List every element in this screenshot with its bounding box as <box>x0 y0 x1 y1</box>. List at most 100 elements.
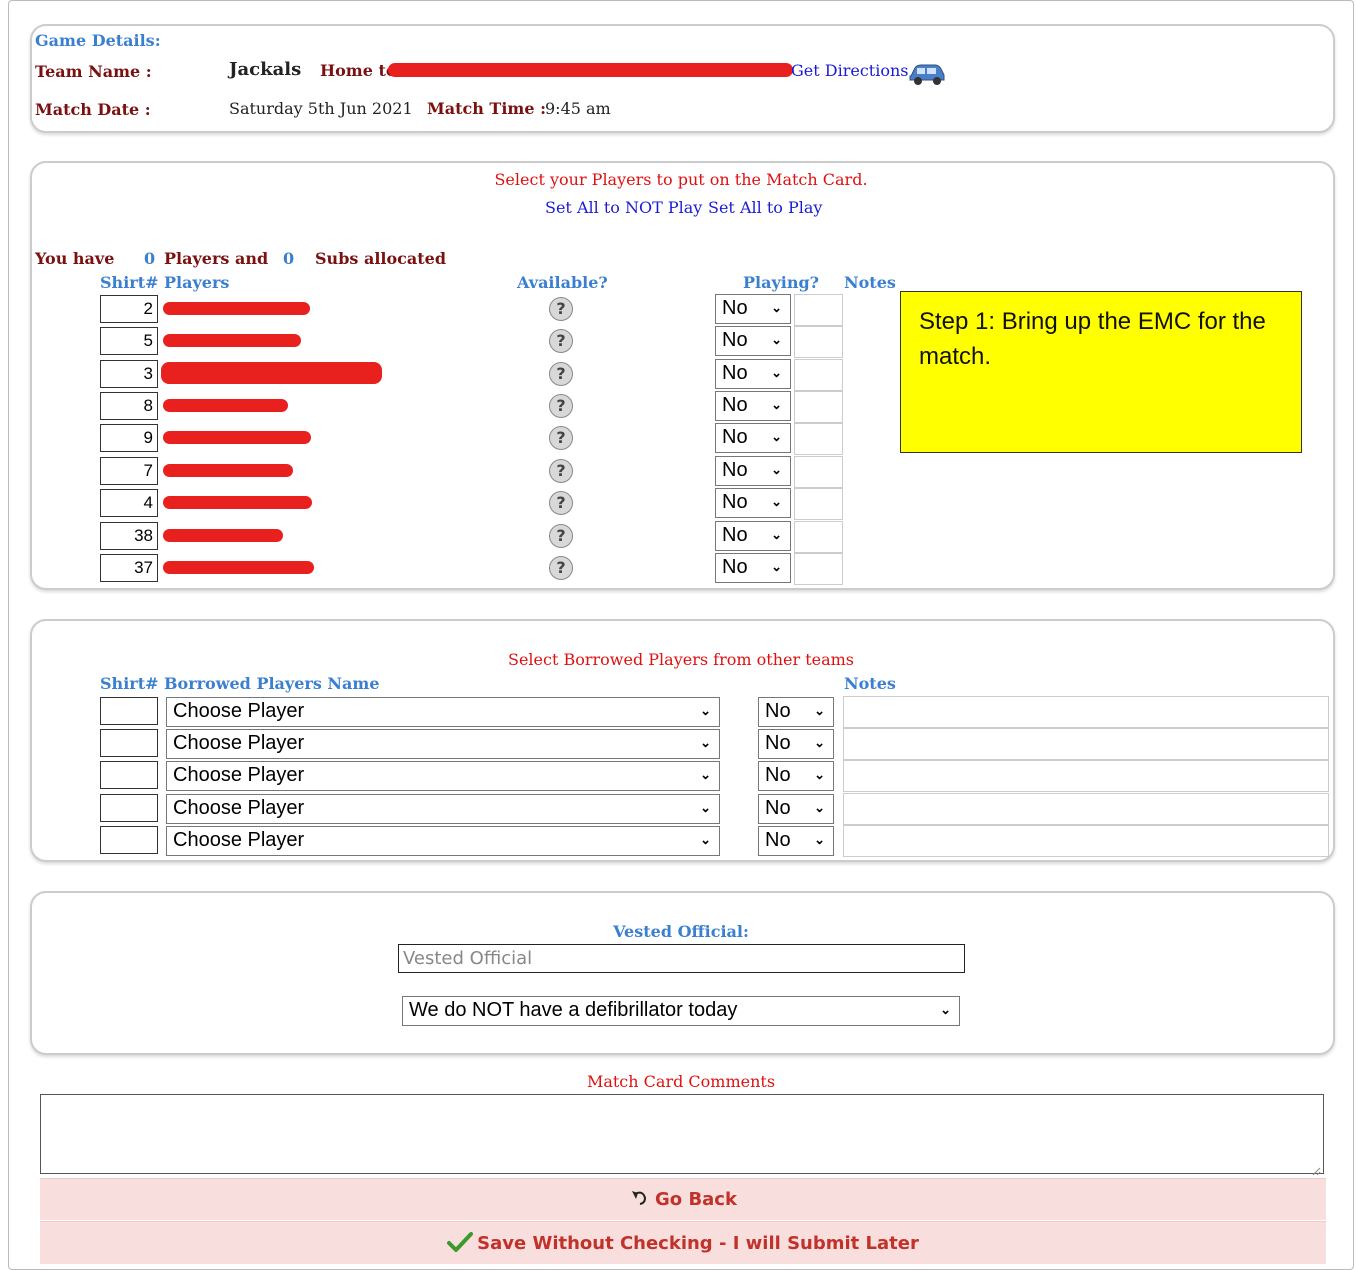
borrowed-shirt-input[interactable] <box>100 697 158 725</box>
playing-select[interactable]: No ⌄ <box>715 488 791 518</box>
game-details-panel <box>30 24 1335 133</box>
players-and-label: Players and <box>164 249 269 268</box>
borrowed-playing-select[interactable]: No ⌄ <box>758 729 834 759</box>
official-panel <box>30 891 1335 1055</box>
header-available: Available? <box>517 273 608 292</box>
notes-input[interactable] <box>794 488 843 520</box>
notes-input[interactable] <box>794 391 843 423</box>
borrowed-shirt-input[interactable] <box>100 794 158 822</box>
chevron-down-icon: ⌄ <box>771 559 782 574</box>
redacted-player-name <box>163 334 301 347</box>
notes-input[interactable] <box>794 423 843 455</box>
car-icon[interactable] <box>907 62 947 86</box>
borrowed-header-notes: Notes <box>844 674 896 693</box>
notes-input[interactable] <box>794 359 843 391</box>
borrowed-notes-input[interactable] <box>843 760 1329 792</box>
shirt-number-input[interactable]: 7 <box>100 457 158 485</box>
vested-official-input[interactable]: Vested Official <box>398 944 965 973</box>
borrowed-player-select[interactable]: Choose Player ⌄ <box>166 761 720 791</box>
chevron-down-icon: ⌄ <box>700 832 711 847</box>
go-back-label: Go Back <box>655 1189 737 1210</box>
resize-handle-icon[interactable] <box>1311 1161 1321 1176</box>
match-date-value: Saturday 5th Jun 2021 <box>229 99 413 118</box>
redacted-player-name <box>163 561 314 574</box>
chevron-down-icon: ⌄ <box>940 1002 951 1017</box>
redacted-player-name <box>163 496 312 509</box>
header-players: Players <box>164 273 230 292</box>
borrowed-playing-select[interactable]: No ⌄ <box>758 761 834 791</box>
shirt-number-input[interactable]: 37 <box>100 554 158 582</box>
match-time-value: 9:45 am <box>545 99 611 118</box>
save-without-checking-button[interactable]: Save Without Checking - I will Submit La… <box>40 1221 1326 1264</box>
chevron-down-icon: ⌄ <box>771 429 782 444</box>
borrowed-header-shirt: Shirt# <box>100 674 159 693</box>
chevron-down-icon: ⌄ <box>771 332 782 347</box>
playing-select[interactable]: No ⌄ <box>715 456 791 486</box>
shirt-number-input[interactable]: 2 <box>100 295 158 323</box>
chevron-down-icon: ⌄ <box>771 300 782 315</box>
notes-input[interactable] <box>794 326 843 358</box>
step-callout: Step 1: Bring up the EMC for the match. <box>900 291 1302 453</box>
borrowed-player-select[interactable]: Choose Player ⌄ <box>166 729 720 759</box>
playing-select[interactable]: No ⌄ <box>715 326 791 356</box>
borrowed-player-select[interactable]: Choose Player ⌄ <box>166 794 720 824</box>
shirt-number-input[interactable]: 4 <box>100 489 158 517</box>
playing-select[interactable]: No ⌄ <box>715 359 791 389</box>
notes-input[interactable] <box>794 294 843 326</box>
header-shirt: Shirt# <box>100 273 159 292</box>
chevron-down-icon: ⌄ <box>700 735 711 750</box>
chevron-down-icon: ⌄ <box>771 397 782 412</box>
borrowed-notes-input[interactable] <box>843 793 1329 825</box>
notes-input[interactable] <box>794 456 843 488</box>
question-icon: ? <box>549 394 573 418</box>
shirt-number-input[interactable]: 8 <box>100 392 158 420</box>
chevron-down-icon: ⌄ <box>814 767 825 782</box>
players-count: 0 <box>144 249 156 268</box>
playing-select[interactable]: No ⌄ <box>715 553 791 583</box>
chevron-down-icon: ⌄ <box>771 365 782 380</box>
borrowed-shirt-input[interactable] <box>100 826 158 854</box>
borrowed-playing-select[interactable]: No ⌄ <box>758 826 834 856</box>
playing-select[interactable]: No ⌄ <box>715 521 791 551</box>
borrowed-playing-select[interactable]: No ⌄ <box>758 794 834 824</box>
undo-icon <box>629 1182 649 1205</box>
borrowed-player-select[interactable]: Choose Player ⌄ <box>166 697 720 727</box>
match-time-label: Match Time : <box>427 99 546 118</box>
borrowed-shirt-input[interactable] <box>100 729 158 757</box>
question-icon: ? <box>549 362 573 386</box>
redacted-player-name <box>163 431 311 444</box>
redacted-player-name <box>163 302 310 315</box>
go-back-button[interactable]: Go Back <box>40 1178 1326 1220</box>
notes-input[interactable] <box>794 553 843 585</box>
playing-select[interactable]: No ⌄ <box>715 423 791 453</box>
step-callout-text: Step 1: Bring up the EMC for the match. <box>919 308 1266 370</box>
borrowed-notes-input[interactable] <box>843 728 1329 760</box>
borrowed-player-select[interactable]: Choose Player ⌄ <box>166 826 720 856</box>
shirt-number-input[interactable]: 3 <box>100 360 158 388</box>
checkmark-icon <box>447 1226 474 1252</box>
borrowed-shirt-input[interactable] <box>100 761 158 789</box>
playing-select[interactable]: No ⌄ <box>715 391 791 421</box>
notes-input[interactable] <box>794 521 843 553</box>
set-all-play-link[interactable]: Set All to Play <box>708 198 822 217</box>
shirt-number-input[interactable]: 9 <box>100 424 158 452</box>
get-directions-link[interactable]: Get Directions <box>791 61 908 80</box>
chevron-down-icon: ⌄ <box>771 527 782 542</box>
redacted-player-name <box>163 529 283 542</box>
borrowed-playing-select[interactable]: No ⌄ <box>758 697 834 727</box>
borrowed-notes-input[interactable] <box>843 825 1329 857</box>
question-icon: ? <box>549 297 573 321</box>
comments-textarea[interactable] <box>40 1094 1324 1176</box>
chevron-down-icon: ⌄ <box>814 735 825 750</box>
subs-count: 0 <box>283 249 295 268</box>
shirt-number-input[interactable]: 5 <box>100 327 158 355</box>
redacted-player-name <box>163 464 293 477</box>
defibrillator-select[interactable]: We do NOT have a defibrillator today ⌄ <box>402 996 960 1026</box>
shirt-number-input[interactable]: 38 <box>100 522 158 550</box>
borrowed-notes-input[interactable] <box>843 696 1329 728</box>
match-date-label: Match Date : <box>35 100 151 119</box>
playing-select[interactable]: No ⌄ <box>715 294 791 324</box>
chevron-down-icon: ⌄ <box>700 767 711 782</box>
game-details-title: Game Details: <box>35 31 161 50</box>
set-all-not-play-link[interactable]: Set All to NOT Play <box>545 198 702 217</box>
